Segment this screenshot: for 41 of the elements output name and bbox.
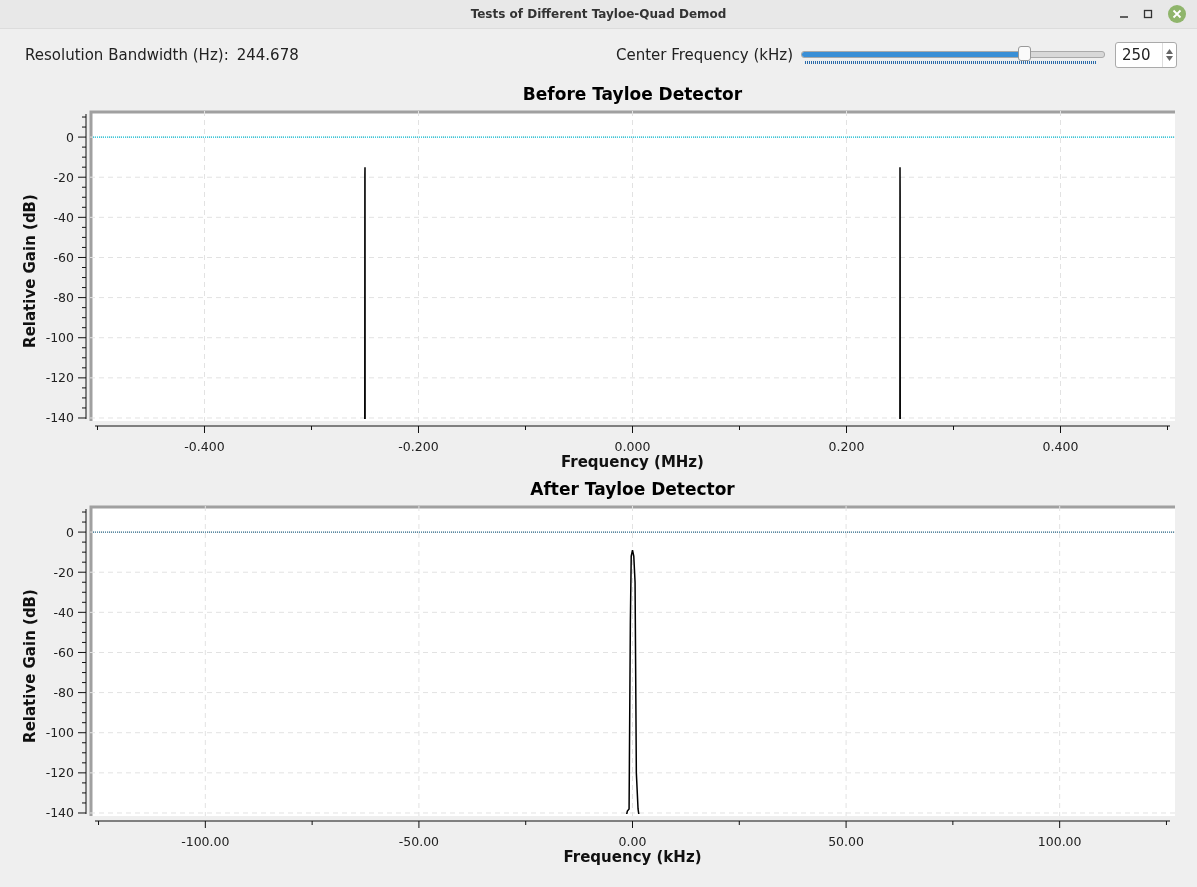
x-tick-label: -0.200 — [398, 439, 439, 454]
chart-title: After Tayloe Detector — [530, 479, 735, 499]
y-tick-label: -80 — [53, 290, 74, 306]
x-tick-label: 100.00 — [1037, 834, 1082, 849]
y-tick-label: -140 — [45, 410, 74, 426]
x-tick-label: -100.00 — [181, 834, 230, 849]
y-tick-label: -40 — [53, 209, 74, 225]
maximize-icon[interactable] — [1143, 9, 1153, 19]
x-axis-label: Frequency (kHz) — [563, 848, 702, 866]
y-tick-label: 0 — [66, 129, 74, 145]
y-tick-label: -120 — [45, 765, 74, 781]
x-tick-label: 0.00 — [618, 834, 647, 849]
y-tick-label: -100 — [45, 330, 74, 346]
x-tick-label: -50.00 — [398, 834, 440, 849]
spin-up-icon[interactable] — [1166, 49, 1173, 54]
center-frequency-spinbox[interactable]: 250 — [1115, 42, 1177, 68]
x-tick-label: 50.00 — [828, 834, 864, 849]
y-tick-label: -60 — [53, 644, 74, 660]
y-tick-label: -40 — [53, 604, 74, 620]
y-tick-label: -140 — [45, 805, 74, 821]
y-tick-label: -80 — [53, 685, 74, 701]
x-tick-label: 0.000 — [614, 439, 651, 454]
center-frequency-label: Center Frequency (kHz) — [615, 46, 793, 64]
y-axis-label: Relative Gain (dB) — [21, 194, 39, 348]
x-tick-label: -0.400 — [184, 439, 225, 454]
y-tick-label: -120 — [45, 370, 74, 386]
y-tick-label: -20 — [53, 169, 74, 185]
y-tick-label: -20 — [53, 564, 74, 580]
resolution-label: Resolution Bandwidth (Hz): — [25, 46, 229, 64]
x-axis-label: Frequency (MHz) — [561, 453, 704, 471]
resolution-value: 244.678 — [236, 46, 299, 64]
center-frequency-slider[interactable] — [801, 45, 1105, 65]
x-tick-label: 0.200 — [828, 439, 865, 454]
spin-down-icon[interactable] — [1166, 56, 1173, 61]
chart-title: Before Tayloe Detector — [522, 84, 743, 104]
y-tick-label: -60 — [53, 249, 74, 265]
y-tick-label: 0 — [66, 524, 74, 540]
y-tick-label: -100 — [45, 725, 74, 741]
window-title: Tests of Different Tayloe-Quad Demod — [470, 7, 727, 21]
x-tick-label: 0.400 — [1042, 439, 1079, 454]
y-axis-label: Relative Gain (dB) — [21, 589, 39, 743]
